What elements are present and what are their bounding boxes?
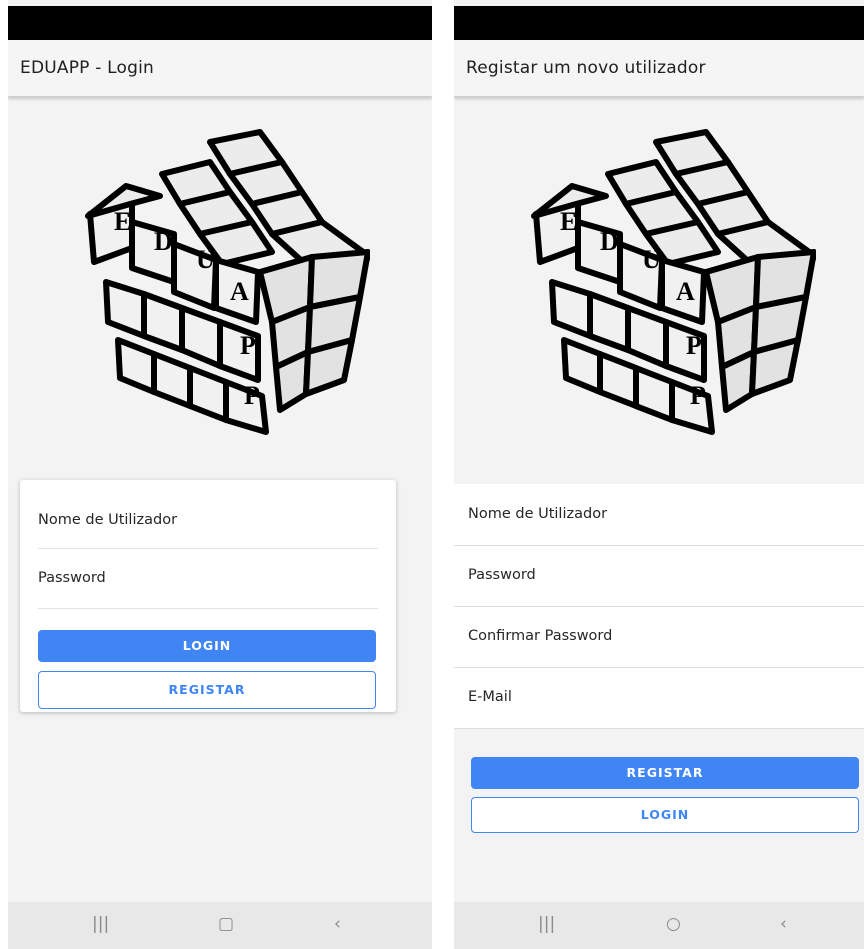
system-nav-bar: ||| ▢ ‹ bbox=[8, 902, 432, 949]
logo-letter-p2: P bbox=[244, 381, 260, 410]
register-button[interactable]: REGISTAR bbox=[471, 757, 859, 789]
password-underline bbox=[38, 608, 378, 609]
register-form: Nome de Utilizador Password Confirmar Pa… bbox=[454, 484, 864, 729]
home-icon[interactable]: ▢ bbox=[218, 914, 234, 934]
status-bar bbox=[454, 6, 864, 40]
cube-right-face bbox=[257, 249, 370, 413]
login-button[interactable]: LOGIN bbox=[38, 630, 376, 662]
back-icon[interactable]: ‹ bbox=[780, 914, 787, 934]
home-icon[interactable]: ○ bbox=[666, 914, 681, 934]
username-field[interactable]: Nome de Utilizador bbox=[468, 506, 607, 522]
password-field[interactable]: Password bbox=[38, 570, 106, 586]
email-field[interactable]: E-Mail bbox=[468, 689, 512, 705]
login-screen: EDUAPP - Login E D U A P P Nome de Utili… bbox=[8, 0, 432, 949]
logo-letter-d: D bbox=[600, 227, 619, 256]
password-row: Password bbox=[454, 545, 864, 607]
app-toolbar: Registar um novo utilizador bbox=[454, 40, 864, 97]
email-row: E-Mail bbox=[454, 667, 864, 729]
username-field[interactable]: Nome de Utilizador bbox=[38, 512, 177, 528]
page-title: EDUAPP - Login bbox=[20, 58, 155, 78]
register-screen: Registar um novo utilizador E D U A P P … bbox=[454, 0, 864, 949]
page-title: Registar um novo utilizador bbox=[466, 58, 706, 78]
password-field[interactable]: Password bbox=[468, 567, 536, 583]
confirm-password-row: Confirmar Password bbox=[454, 606, 864, 668]
recents-icon[interactable]: ||| bbox=[92, 914, 109, 934]
cube-right-face bbox=[703, 249, 816, 413]
confirm-password-field[interactable]: Confirmar Password bbox=[468, 628, 612, 644]
login-button[interactable]: LOGIN bbox=[471, 797, 859, 833]
logo-letter-p1: P bbox=[240, 331, 256, 360]
logo-letter-e: E bbox=[114, 207, 131, 236]
status-bar bbox=[8, 6, 432, 40]
logo-letter-e: E bbox=[560, 207, 577, 236]
system-nav-bar: ||| ○ ‹ bbox=[454, 902, 864, 949]
logo-letter-p1: P bbox=[686, 331, 702, 360]
login-card: Nome de Utilizador Password LOGIN REGIST… bbox=[20, 480, 396, 712]
back-icon[interactable]: ‹ bbox=[334, 914, 341, 934]
logo-letter-a: A bbox=[676, 277, 695, 306]
username-underline bbox=[38, 548, 378, 549]
app-toolbar: EDUAPP - Login bbox=[8, 40, 432, 97]
eduapp-cube-logo: E D U A P P bbox=[531, 129, 816, 435]
logo-letter-u: U bbox=[642, 245, 661, 274]
recents-icon[interactable]: ||| bbox=[538, 914, 555, 934]
logo-letter-a: A bbox=[230, 277, 249, 306]
logo-letter-u: U bbox=[196, 245, 215, 274]
logo-letter-p2: P bbox=[690, 381, 706, 410]
logo-letter-d: D bbox=[154, 227, 173, 256]
eduapp-cube-logo: E D U A P P bbox=[85, 129, 370, 435]
register-button[interactable]: REGISTAR bbox=[38, 671, 376, 709]
username-row: Nome de Utilizador bbox=[454, 484, 864, 546]
